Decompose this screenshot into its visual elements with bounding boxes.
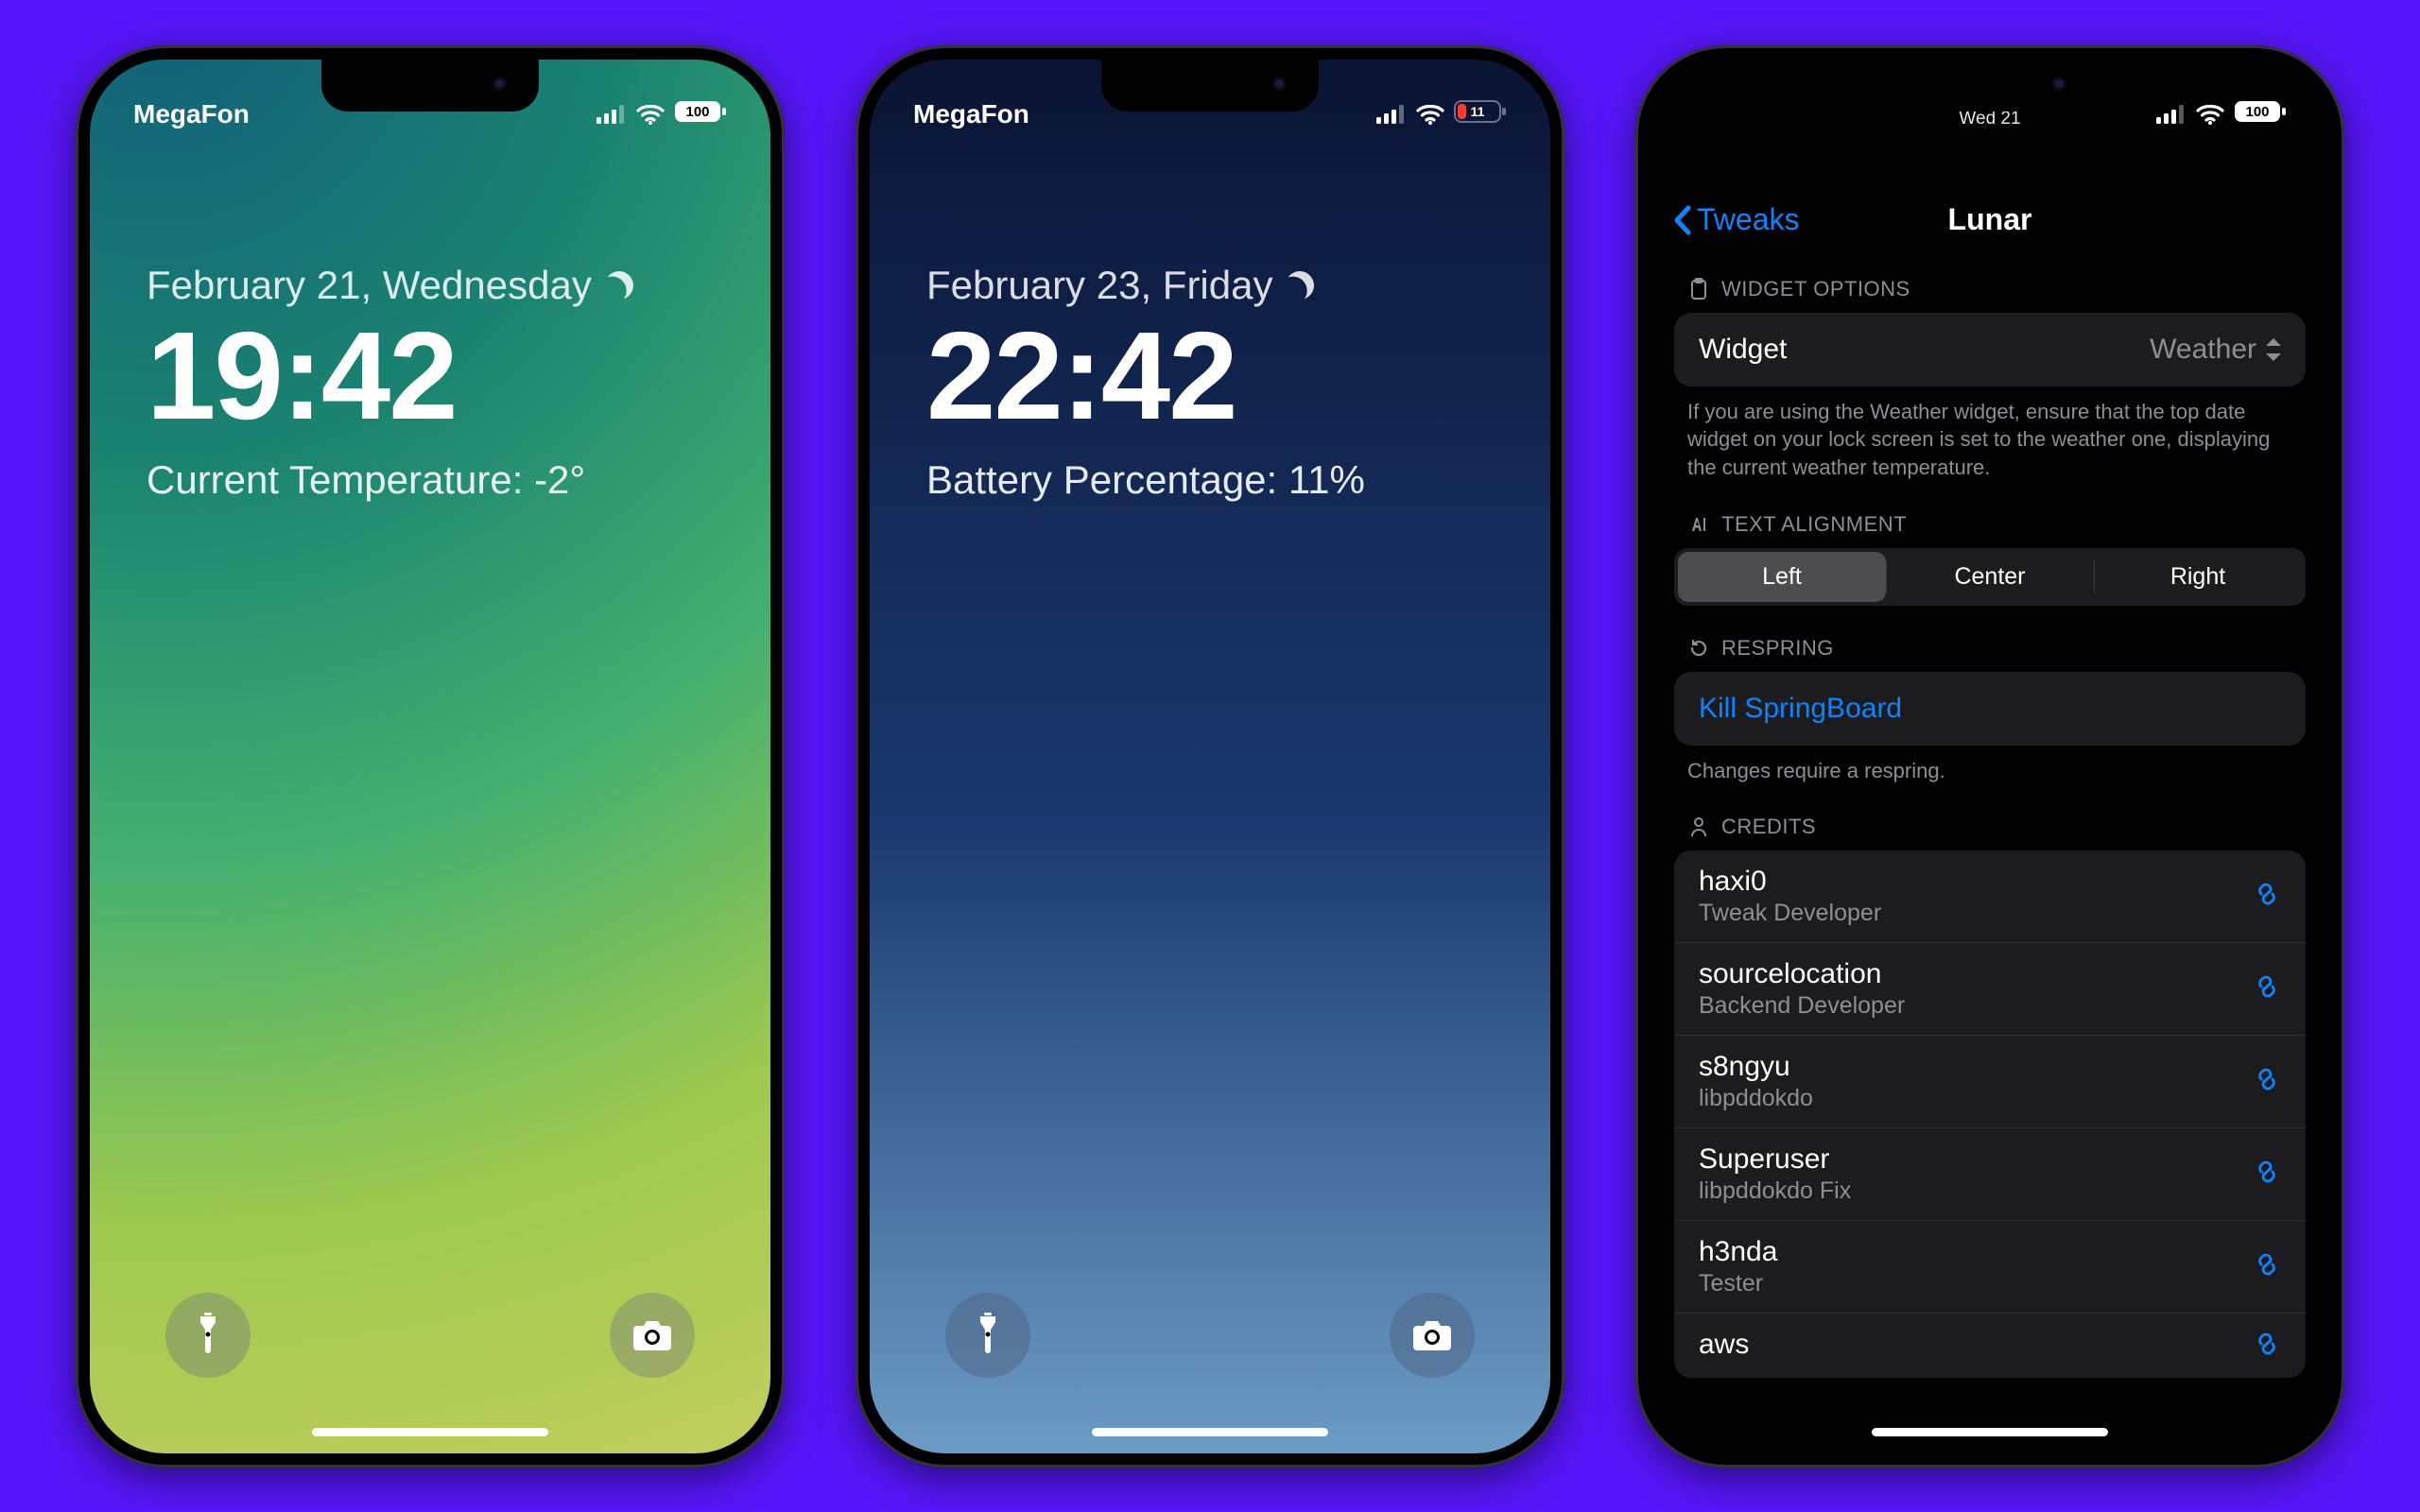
- link-icon: [2253, 1250, 2281, 1283]
- credit-row[interactable]: h3ndaTester: [1674, 1220, 2306, 1313]
- flashlight-button[interactable]: [945, 1293, 1030, 1378]
- navigation-bar: Tweaks Lunar: [1650, 182, 2330, 258]
- credit-row[interactable]: haxi0Tweak Developer: [1674, 850, 2306, 942]
- phone-mockup-lockscreen-battery: MegaFon 11 February 23, Friday 22:42 Bat…: [856, 45, 1564, 1468]
- credit-role: libpddokdo: [1699, 1085, 1813, 1112]
- wifi-icon: [2196, 104, 2224, 125]
- credit-role: libpddokdo Fix: [1699, 1177, 1851, 1205]
- carrier-label: MegaFon: [133, 99, 250, 129]
- link-icon: [2253, 1065, 2281, 1098]
- credit-name: sourcelocation: [1699, 958, 1905, 990]
- signal-icon: [596, 105, 627, 124]
- lockscreen-widget-text: Battery Percentage: 11%: [926, 457, 1494, 503]
- svg-text:11: 11: [1471, 104, 1485, 119]
- restart-icon: [1687, 638, 1710, 659]
- person-icon: [1687, 816, 1710, 837]
- battery-icon: 100: [674, 100, 727, 128]
- credit-row[interactable]: Superuserlibpddokdo Fix: [1674, 1127, 2306, 1220]
- lockscreen-content: February 21, Wednesday 19:42 Current Tem…: [147, 263, 714, 503]
- section-header-respring: RESPRING: [1674, 606, 2306, 672]
- paste-icon: [1687, 278, 1710, 301]
- segment-left[interactable]: Left: [1678, 552, 1886, 602]
- credit-name: Superuser: [1699, 1143, 1851, 1176]
- phone-mockup-lockscreen-weather: MegaFon 100 February 21, Wednesday 19:42…: [76, 45, 785, 1468]
- lockscreen-time: 19:42: [147, 314, 714, 438]
- lockscreen-date: February 21, Wednesday: [147, 263, 714, 308]
- alignment-segmented-control[interactable]: Left Center Right: [1674, 548, 2306, 606]
- section-header-text-alignment: TEXT ALIGNMENT: [1674, 482, 2306, 548]
- battery-icon: 100: [2234, 100, 2287, 128]
- battery-icon-low: 11: [1454, 100, 1507, 128]
- credit-role: Tweak Developer: [1699, 900, 1881, 927]
- carrier-label: MegaFon: [913, 99, 1029, 129]
- back-button[interactable]: Tweaks: [1672, 202, 1799, 237]
- lockscreen-date: February 23, Friday: [926, 263, 1494, 308]
- moon-icon: [605, 271, 633, 300]
- camera-button[interactable]: [1390, 1293, 1475, 1378]
- lockscreen-widget-text: Current Temperature: -2°: [147, 457, 714, 503]
- credit-role: Backend Developer: [1699, 992, 1905, 1020]
- credit-name: h3nda: [1699, 1236, 1777, 1268]
- link-icon: [2253, 1158, 2281, 1191]
- page-title: Lunar: [1948, 202, 2032, 237]
- lockscreen-content: February 23, Friday 22:42 Battery Percen…: [926, 263, 1494, 503]
- section-header-credits: CREDITS: [1674, 784, 2306, 850]
- home-indicator[interactable]: [1872, 1428, 2108, 1436]
- home-indicator[interactable]: [1092, 1428, 1328, 1436]
- segment-center[interactable]: Center: [1886, 552, 2094, 602]
- chevron-updown-icon: [2266, 338, 2281, 361]
- home-indicator[interactable]: [312, 1428, 548, 1436]
- text-format-icon: [1687, 514, 1710, 535]
- credit-role: Tester: [1699, 1270, 1777, 1297]
- credit-row[interactable]: sourcelocationBackend Developer: [1674, 942, 2306, 1035]
- credit-name: aws: [1699, 1329, 1749, 1361]
- section-header-widget-options: WIDGET OPTIONS: [1674, 267, 2306, 313]
- lockscreen-time: 22:42: [926, 314, 1494, 438]
- chevron-left-icon: [1672, 204, 1693, 236]
- credits-list: haxi0Tweak Developer sourcelocationBacke…: [1674, 850, 2306, 1378]
- device-notch: [1101, 60, 1319, 112]
- wifi-icon: [636, 104, 665, 125]
- phone-mockup-settings: 19:44 Wed 21 100 Tweaks Lunar: [1635, 45, 2344, 1468]
- credit-row[interactable]: aws: [1674, 1313, 2306, 1378]
- device-notch: [321, 60, 539, 112]
- moon-icon: [1286, 271, 1314, 300]
- respring-footer-note: Changes require a respring.: [1674, 746, 2306, 785]
- segment-right[interactable]: Right: [2094, 552, 2302, 602]
- wifi-icon: [1416, 104, 1444, 125]
- device-notch: [1881, 60, 2099, 112]
- widget-footer-note: If you are using the Weather widget, ens…: [1674, 387, 2306, 482]
- svg-text:100: 100: [2245, 104, 2269, 120]
- widget-picker-cell[interactable]: Widget Weather: [1674, 313, 2306, 387]
- link-icon: [2253, 1330, 2281, 1363]
- svg-text:100: 100: [685, 104, 709, 120]
- flashlight-button[interactable]: [165, 1293, 251, 1378]
- credit-row[interactable]: s8ngyulibpddokdo: [1674, 1035, 2306, 1127]
- settings-content[interactable]: WIDGET OPTIONS Widget Weather If you are…: [1650, 267, 2330, 1453]
- kill-springboard-button[interactable]: Kill SpringBoard: [1674, 672, 2306, 746]
- signal-icon: [1376, 105, 1407, 124]
- link-icon: [2253, 972, 2281, 1005]
- credit-name: haxi0: [1699, 866, 1881, 898]
- credit-name: s8ngyu: [1699, 1051, 1813, 1083]
- camera-button[interactable]: [610, 1293, 695, 1378]
- link-icon: [2253, 880, 2281, 913]
- signal-icon: [2156, 105, 2187, 124]
